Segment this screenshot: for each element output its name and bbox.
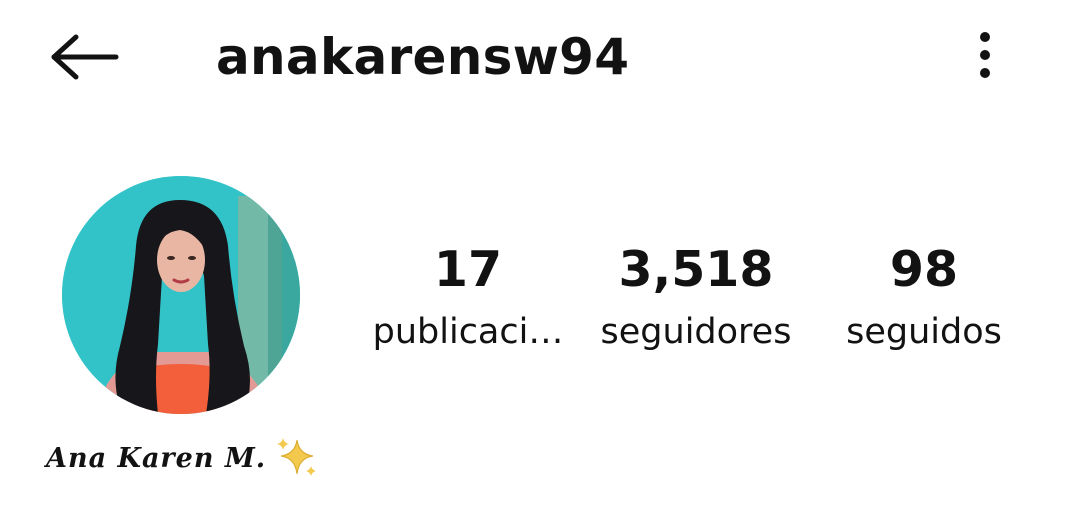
following-count: 98 xyxy=(889,241,959,298)
profile-username: anakarensw94 xyxy=(216,28,630,86)
posts-stat[interactable]: 17 publicaci… xyxy=(356,238,580,358)
profile-photo xyxy=(62,176,300,414)
profile-avatar[interactable] xyxy=(62,176,300,414)
back-button[interactable] xyxy=(38,22,128,92)
profile-header: anakarensw94 xyxy=(0,0,1080,115)
sparkles-icon xyxy=(273,434,319,484)
more-vertical-icon xyxy=(980,32,990,78)
posts-count: 17 xyxy=(433,241,503,298)
profile-display-name: Ana Karen M. xyxy=(46,434,319,484)
following-label: seguidos xyxy=(846,312,1002,352)
arrow-left-icon xyxy=(51,34,119,80)
more-options-button[interactable] xyxy=(958,22,1012,92)
followers-stat[interactable]: 3,518 seguidores xyxy=(586,238,806,358)
posts-label: publicaci… xyxy=(372,312,564,352)
followers-label: seguidores xyxy=(600,312,792,352)
following-stat[interactable]: 98 seguidos xyxy=(826,238,1022,358)
followers-count: 3,518 xyxy=(618,241,774,298)
display-name-text: Ana Karen M. xyxy=(46,443,267,474)
